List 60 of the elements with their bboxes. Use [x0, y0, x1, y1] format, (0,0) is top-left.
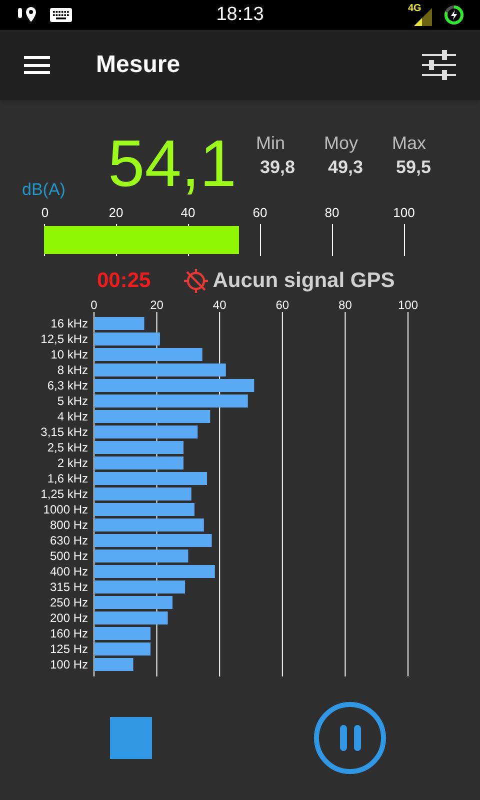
frequency-label: 500 Hz [50, 549, 88, 563]
screen-title: Mesure [96, 50, 182, 80]
stat-value: 49,3 [327, 156, 364, 179]
spectrum-bar [94, 332, 160, 346]
frequency-label: 200 Hz [50, 611, 88, 625]
frequency-label: 16 kHz [50, 316, 88, 330]
stat-label: Min [256, 132, 286, 154]
spectrum-bar [94, 317, 144, 330]
pause-button[interactable] [314, 702, 386, 774]
meter-tick-label: 80 [324, 206, 340, 219]
gps-off-icon [182, 268, 209, 294]
stat-label: Max [392, 132, 428, 154]
stat-label: Moy [324, 132, 360, 154]
spectrum-bar [94, 627, 151, 640]
axis-tick-label: 100 [398, 298, 418, 312]
signal-indicator: 4G [408, 4, 432, 26]
axis-tick-label: 80 [338, 298, 352, 312]
frequency-label: 12,5 kHz [40, 332, 88, 346]
settings-sliders-button[interactable] [422, 50, 456, 80]
frequency-label: 400 Hz [50, 564, 88, 578]
spectrum-bar [94, 658, 134, 671]
gps-status: Aucun signal GPS [212, 268, 395, 294]
frequency-label: 1,25 kHz [40, 487, 88, 501]
stat-value: 39,8 [259, 156, 296, 179]
frequency-label: 3,15 kHz [40, 425, 88, 439]
spectrum-bar [94, 642, 151, 656]
meter-tick-label: 20 [108, 206, 124, 219]
frequency-label: 1000 Hz [43, 502, 88, 516]
meter-tick-label: 100 [393, 206, 415, 219]
frequency-label: 4 kHz [57, 410, 88, 424]
menu-button[interactable] [24, 55, 50, 75]
axis-tick-label: 60 [276, 298, 290, 312]
frequency-label: 630 Hz [50, 534, 88, 548]
frequency-label: 10 kHz [50, 348, 88, 362]
frequency-label: 125 Hz [50, 642, 88, 656]
frequency-label: 2 kHz [57, 456, 88, 470]
recording-timer: 00:25 [97, 268, 151, 294]
meter-tick-label: 0 [41, 206, 49, 219]
meter-tick-label: 60 [252, 206, 268, 219]
frequency-label: 250 Hz [50, 596, 88, 610]
location-pin-icon [16, 6, 38, 24]
axis-tick-label: 0 [90, 298, 98, 312]
frequency-label: 8 kHz [57, 363, 88, 377]
axis-tick-label: 40 [212, 298, 226, 312]
frequency-label: 800 Hz [50, 518, 88, 532]
keyboard-icon [50, 8, 72, 22]
frequency-label: 5 kHz [57, 394, 88, 408]
axis-tick-label: 20 [150, 298, 164, 312]
frequency-label: 2,5 kHz [47, 440, 88, 454]
unit-label: dB(A) [22, 179, 66, 201]
battery-charging-icon [444, 5, 464, 25]
frequency-label: 100 Hz [50, 658, 88, 672]
meter-tick-label: 40 [180, 206, 196, 219]
frequency-label: 6,3 kHz [47, 378, 88, 392]
stat-value: 59,5 [395, 156, 432, 179]
sound-level-value: 54,1 [108, 132, 238, 194]
frequency-label: 1,6 kHz [47, 472, 88, 486]
frequency-label: 160 Hz [50, 626, 88, 640]
clock: 18:13 [215, 2, 265, 27]
frequency-label: 315 Hz [50, 580, 88, 594]
